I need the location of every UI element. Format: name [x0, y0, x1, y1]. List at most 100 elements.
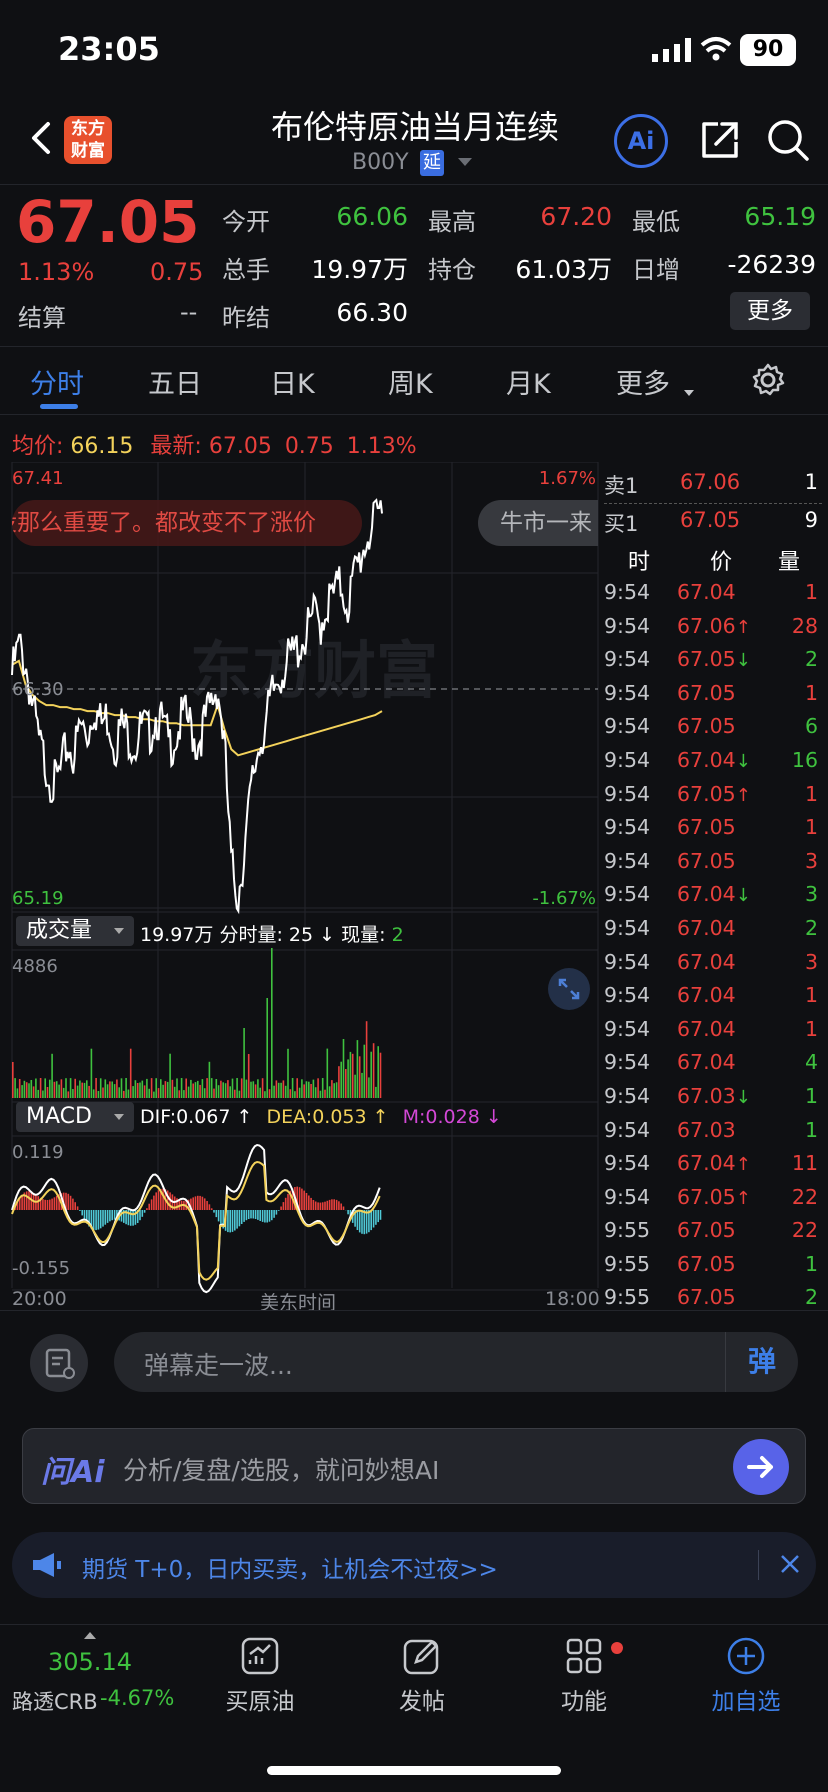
- tab-intraday[interactable]: 分时: [30, 362, 84, 401]
- volume-bar: [328, 1086, 331, 1098]
- divider: [0, 414, 828, 415]
- volume-bar: [102, 1087, 104, 1098]
- volume-bar: [326, 1048, 329, 1098]
- share-icon[interactable]: [698, 118, 742, 162]
- danmu-toggle-button[interactable]: 弹: [725, 1332, 798, 1392]
- volume-bar: [266, 998, 268, 1098]
- volume-bar: [141, 1080, 144, 1098]
- tab-weekly-k[interactable]: 周K: [388, 362, 433, 401]
- macd-bar: [44, 1199, 46, 1210]
- caret-icon: [684, 390, 694, 396]
- latest-price: 67.05: [208, 434, 272, 459]
- volume-bar: [134, 1080, 137, 1098]
- tab-monthly-k[interactable]: 月K: [506, 362, 551, 401]
- avg-label: 均价:: [12, 434, 64, 459]
- macd-bar: [201, 1196, 204, 1210]
- avg-value: 66.15: [70, 434, 134, 459]
- ai-button[interactable]: Ai: [614, 114, 668, 168]
- indicator-select-macd[interactable]: MACD: [16, 1102, 134, 1132]
- expand-icon[interactable]: [548, 968, 590, 1010]
- volume-bar: [143, 1085, 146, 1098]
- volume-bar: [349, 1051, 352, 1098]
- chart-grid: [11, 462, 599, 1291]
- grid-icon: [566, 1638, 602, 1674]
- macd-bar: [298, 1187, 301, 1210]
- crb-index-pct[interactable]: -4.67%: [100, 1686, 174, 1710]
- trade-tick-row: 9:54 67.04 1: [604, 1016, 818, 1041]
- trade-tick-row: 9:55 67.05 1: [604, 1251, 818, 1276]
- caret-icon: [114, 1114, 124, 1120]
- volume-bar: [76, 1085, 79, 1098]
- trade-tick-row: 9:54 67.04 1: [604, 580, 818, 604]
- change-value: 0.75: [150, 258, 204, 286]
- promo-notice[interactable]: 期货 T+0，日内买卖，让机会不过夜>>: [12, 1532, 816, 1598]
- tab-more[interactable]: 更多: [616, 362, 670, 401]
- macd-bar: [157, 1190, 160, 1210]
- volume-bar: [271, 948, 273, 1098]
- macd-bar: [328, 1199, 331, 1210]
- macd-bar: [308, 1195, 310, 1210]
- volume-bar: [32, 1086, 35, 1098]
- nav-buy-crude[interactable]: 买原油: [200, 1636, 320, 1716]
- crb-index-value[interactable]: 305.14: [48, 1648, 132, 1676]
- macd-bar: [46, 1200, 49, 1210]
- volume-bar: [314, 1087, 317, 1098]
- ai-ask-bar[interactable]: 问Ai 分析/复盘/选股，就问妙想AI: [22, 1428, 806, 1504]
- macd-bar: [199, 1195, 201, 1210]
- volume-bar: [217, 1085, 220, 1098]
- tab-five-day[interactable]: 五日: [148, 362, 202, 401]
- macd-bar: [234, 1210, 236, 1231]
- divider: [0, 1310, 828, 1311]
- macd-bar: [146, 1208, 148, 1210]
- macd-bar: [227, 1210, 229, 1233]
- indicator-select-volume[interactable]: 成交量: [16, 916, 134, 946]
- volume-bar: [51, 1053, 53, 1098]
- volume-bar: [199, 1084, 201, 1098]
- arrow-right-icon[interactable]: [733, 1439, 789, 1495]
- search-icon[interactable]: [764, 116, 812, 164]
- volume-bar: [148, 1088, 150, 1098]
- volume-bar: [129, 1048, 132, 1098]
- volume-bar: [160, 1079, 162, 1098]
- symbol-selector[interactable]: B00Y 延: [330, 148, 500, 182]
- close-icon[interactable]: [778, 1552, 802, 1576]
- danmu-input[interactable]: 弹幕走一波... 弹: [114, 1332, 798, 1392]
- macd-bar: [102, 1210, 104, 1227]
- gear-icon[interactable]: [750, 362, 786, 398]
- volume-bar: [354, 1074, 356, 1098]
- divider: [604, 503, 822, 504]
- macd-bar: [42, 1199, 44, 1210]
- divider: [0, 184, 828, 185]
- chart-top-pct: 1.67%: [539, 468, 596, 489]
- macd-bar: [275, 1210, 278, 1215]
- nav-functions[interactable]: 功能: [524, 1636, 644, 1716]
- volume-bar: [259, 1087, 261, 1098]
- back-icon[interactable]: [24, 118, 64, 158]
- macd-bar: [250, 1210, 252, 1219]
- volume-bar: [257, 1079, 259, 1098]
- volume-bar: [111, 1081, 113, 1098]
- trade-tick-row: 9:54 67.05↑ 22: [604, 1184, 818, 1209]
- ai-prompt-text: 分析/复盘/选股，就问妙想AI: [123, 1456, 440, 1485]
- nav-add-watchlist[interactable]: 加自选: [686, 1636, 806, 1716]
- trade-ticks-list[interactable]: 9:54 67.04 1 9:54 67.06↑ 28 9:54 67.05↓ 2 9:54 67.…: [598, 576, 826, 1315]
- volume-bar: [92, 1089, 95, 1098]
- tab-daily-k[interactable]: 日K: [270, 362, 315, 401]
- macd-bar: [375, 1210, 377, 1225]
- macd-bar: [148, 1203, 150, 1210]
- macd-bar: [141, 1210, 144, 1217]
- intraday-chart[interactable]: 东方财富 67.41 1.67% 66.30 65.19 -1.67%: [0, 462, 600, 1312]
- volume-bar: [139, 1082, 141, 1098]
- danmu-comment: 牛市一来: [478, 500, 598, 546]
- macd-bar: [49, 1199, 51, 1210]
- volume-bar: [319, 1090, 322, 1098]
- volume-bar: [280, 1082, 282, 1098]
- volume-bar: [213, 1088, 215, 1098]
- volume-bar: [46, 1087, 49, 1098]
- more-button[interactable]: 更多: [730, 292, 810, 330]
- nav-post[interactable]: 发帖: [362, 1636, 482, 1716]
- document-settings-icon[interactable]: [30, 1334, 88, 1392]
- volume-bar: [169, 1053, 171, 1098]
- crb-index-label[interactable]: 路透CRB: [12, 1686, 98, 1716]
- macd-bar: [284, 1197, 287, 1210]
